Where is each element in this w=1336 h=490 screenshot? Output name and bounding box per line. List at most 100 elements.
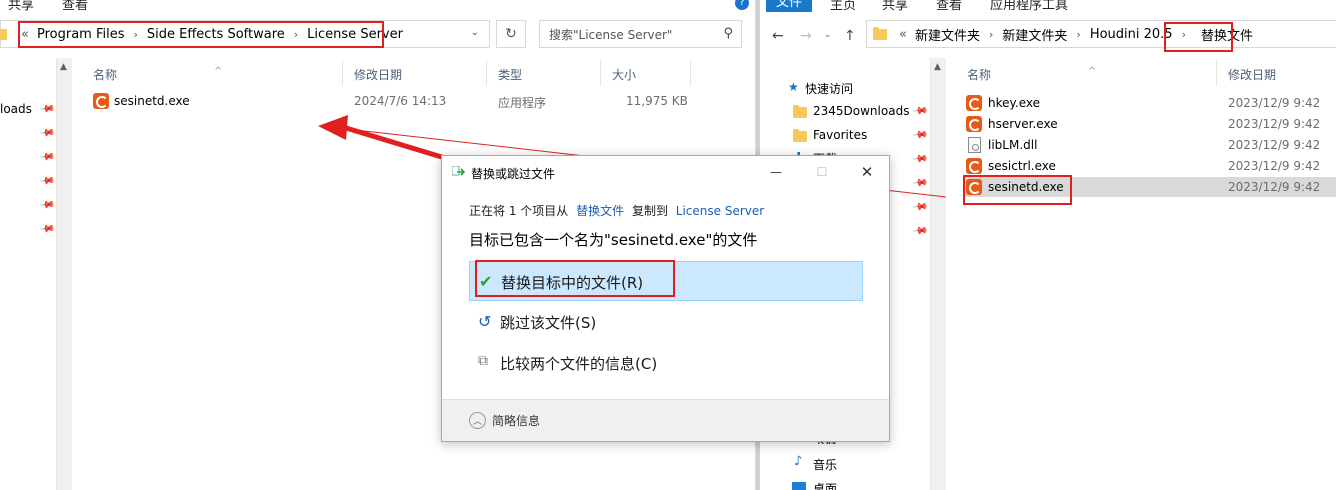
- houdini-icon: [93, 93, 109, 109]
- pin-icon[interactable]: 📌: [39, 197, 56, 213]
- file-modified: 2023/12/9 9:42: [1228, 117, 1321, 131]
- ribbon-tab-app-tools[interactable]: 应用程序工具: [990, 0, 1068, 12]
- search-placeholder: 搜索"License Server": [549, 27, 673, 42]
- file-size: 11,975 KB: [626, 94, 688, 108]
- breadcrumb-folder-2[interactable]: 新建文件夹: [1002, 25, 1067, 44]
- dialog-progress-text: 正在将 1 个项目从 替换文件 复制到 License Server: [469, 202, 764, 219]
- column-modified[interactable]: 修改日期: [354, 66, 402, 83]
- pin-icon[interactable]: 📌: [912, 223, 929, 239]
- skip-arrow-icon: ↺: [478, 312, 492, 331]
- desktop-icon: [792, 482, 806, 490]
- help-icon[interactable]: ?: [735, 0, 749, 10]
- fewer-details-button[interactable]: ︿ 简略信息: [469, 412, 540, 429]
- dialog-message: 目标已包含一个名为"sesinetd.exe"的文件: [469, 231, 758, 249]
- ribbon-tab-view[interactable]: 查看: [936, 0, 962, 12]
- compare-option-label: 比较两个文件的信息(C): [500, 355, 658, 373]
- houdini-icon: [966, 158, 982, 174]
- replace-or-skip-dialog: 替换或跳过文件 — ☐ ✕ 正在将 1 个项目从 替换文件 复制到 Licens…: [441, 155, 890, 442]
- ribbon-tab-share[interactable]: 共享: [8, 0, 34, 12]
- ribbon-tab-share[interactable]: 共享: [882, 0, 908, 12]
- column-size[interactable]: 大小: [612, 66, 636, 83]
- pin-icon[interactable]: 📌: [912, 103, 929, 119]
- left-search-input[interactable]: 搜索"License Server" ⚲: [539, 20, 742, 48]
- pin-icon[interactable]: 📌: [39, 101, 56, 117]
- close-button[interactable]: ✕: [844, 156, 890, 188]
- pin-icon[interactable]: 📌: [39, 125, 56, 141]
- annotation-box-left-path: [18, 21, 384, 48]
- table-row[interactable]: libLM.dll 2023/12/9 9:42: [964, 135, 1336, 155]
- pin-icon[interactable]: 📌: [912, 199, 929, 215]
- table-row[interactable]: sesictrl.exe 2023/12/9 9:42: [964, 156, 1336, 176]
- right-ribbon: 文件 主页 共享 查看 应用程序工具: [760, 0, 1336, 12]
- back-arrow-icon[interactable]: ←: [772, 28, 784, 44]
- progress-prefix: 正在将 1 个项目从: [469, 204, 569, 218]
- right-nav-scrollbar[interactable]: ▲: [930, 58, 946, 490]
- nav-item-2345downloads[interactable]: 2345Downloads: [813, 104, 909, 118]
- target-folder-link[interactable]: License Server: [676, 204, 764, 218]
- breadcrumb-overflow[interactable]: «: [899, 27, 907, 42]
- houdini-icon: [966, 116, 982, 132]
- pin-icon[interactable]: 📌: [912, 175, 929, 191]
- fewer-details-label: 简略信息: [492, 414, 541, 428]
- maximize-button[interactable]: ☐: [799, 156, 845, 188]
- table-row[interactable]: sesinetd.exe 2024/7/6 14:13 应用程序 11,975 …: [90, 91, 710, 111]
- recent-dropdown-icon[interactable]: ⌄: [824, 30, 832, 40]
- sort-caret-icon: ^: [214, 66, 223, 77]
- right-column-header: 名称 ^ 修改日期: [948, 60, 1336, 86]
- pin-icon[interactable]: 📌: [912, 127, 929, 143]
- chevron-up-icon: ︿: [469, 412, 486, 429]
- pin-icon[interactable]: 📌: [912, 151, 929, 167]
- ribbon-tab-file[interactable]: 文件: [766, 0, 813, 12]
- compare-files-option[interactable]: ⧉ 比较两个文件的信息(C): [469, 343, 863, 383]
- breadcrumb-chevron-icon[interactable]: ›: [989, 28, 993, 41]
- table-row[interactable]: hkey.exe 2023/12/9 9:42: [964, 93, 1336, 113]
- left-column-header: 名称 ^ 修改日期 类型 大小: [74, 60, 754, 86]
- pin-icon[interactable]: 📌: [39, 221, 56, 237]
- file-name: sesictrl.exe: [988, 159, 1056, 173]
- nav-item-music[interactable]: 音乐: [813, 456, 837, 473]
- forward-arrow-icon[interactable]: →: [800, 28, 812, 44]
- pin-icon[interactable]: 📌: [39, 149, 56, 165]
- annotation-box-right-folder: [1164, 22, 1233, 52]
- breadcrumb-houdini[interactable]: Houdini 20.5: [1090, 27, 1173, 42]
- address-dropdown-chevron-icon[interactable]: ⌄: [471, 27, 479, 38]
- file-modified: 2023/12/9 9:42: [1228, 180, 1321, 194]
- skip-file-option[interactable]: ↺ 跳过该文件(S): [469, 302, 863, 342]
- breadcrumb-folder-1[interactable]: 新建文件夹: [915, 25, 980, 44]
- right-address-bar[interactable]: « 新建文件夹 › 新建文件夹 › Houdini 20.5 › 替换文件: [866, 20, 1336, 48]
- dialog-title: 替换或跳过文件: [471, 167, 556, 181]
- copy-arrow-icon: [452, 166, 466, 176]
- dialog-titlebar[interactable]: 替换或跳过文件 — ☐ ✕: [442, 156, 889, 188]
- nav-quick-access[interactable]: 快速访问: [805, 80, 853, 97]
- ribbon-tab-view[interactable]: 查看: [62, 0, 88, 12]
- quick-access-star-icon: ★: [788, 80, 799, 94]
- ribbon-tab-home[interactable]: 主页: [830, 0, 856, 12]
- houdini-icon: [966, 95, 982, 111]
- scroll-up-icon[interactable]: ▲: [934, 62, 941, 72]
- minimize-button[interactable]: —: [753, 156, 799, 188]
- column-modified[interactable]: 修改日期: [1228, 66, 1276, 83]
- column-name[interactable]: 名称: [967, 66, 991, 83]
- file-name: sesinetd.exe: [114, 94, 190, 108]
- up-arrow-icon[interactable]: ↑: [844, 28, 856, 44]
- column-name[interactable]: 名称: [93, 66, 117, 83]
- folder-icon: [873, 26, 887, 40]
- column-type[interactable]: 类型: [498, 66, 522, 83]
- search-icon[interactable]: ⚲: [723, 26, 733, 41]
- pin-icon[interactable]: 📌: [39, 173, 56, 189]
- breadcrumb-chevron-icon[interactable]: ›: [1076, 28, 1080, 41]
- nav-item-desktop[interactable]: 桌面: [813, 480, 837, 490]
- annotation-box-right-file: [963, 175, 1072, 205]
- left-nav-scrollbar[interactable]: ▲: [56, 58, 72, 490]
- table-row[interactable]: hserver.exe 2023/12/9 9:42: [964, 114, 1336, 134]
- sort-caret-icon: ^: [1088, 66, 1097, 77]
- left-ribbon: 共享 查看 ?: [0, 0, 755, 12]
- file-modified: 2023/12/9 9:42: [1228, 138, 1321, 152]
- nav-item-favorites[interactable]: Favorites: [813, 128, 867, 142]
- refresh-icon[interactable]: ↻: [496, 20, 526, 48]
- source-folder-link[interactable]: 替换文件: [576, 204, 624, 218]
- nav-item-downloads[interactable]: loads: [0, 102, 32, 116]
- scroll-up-icon[interactable]: ▲: [60, 62, 67, 72]
- dialog-footer: ︿ 简略信息: [442, 399, 889, 441]
- compare-files-icon: ⧉: [478, 353, 488, 369]
